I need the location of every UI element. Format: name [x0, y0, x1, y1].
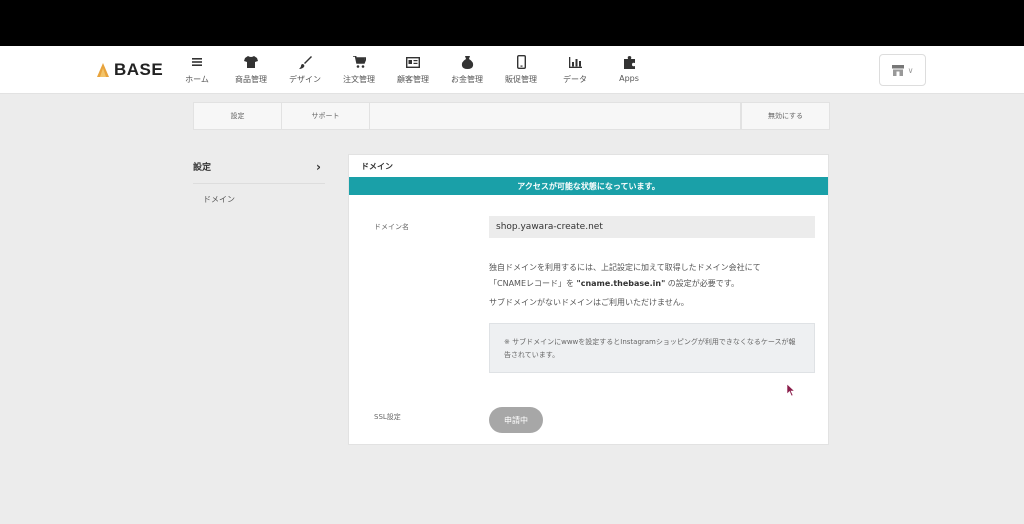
nav-label: 顧客管理: [397, 75, 429, 84]
app-window: BASE ホーム 商品管理 デザイン 注文管理 顧客管理 お金管理 販促管理 デ…: [0, 46, 1024, 524]
puzzle-icon: [621, 54, 637, 70]
nav-promotion[interactable]: 販促管理: [494, 54, 548, 88]
nav-label: 商品管理: [235, 75, 267, 84]
base-logo[interactable]: BASE: [96, 60, 163, 80]
nav-label: ホーム: [185, 75, 209, 84]
nav-label: お金管理: [451, 75, 483, 84]
status-alert: アクセスが可能な状態になっています。: [349, 177, 828, 195]
logo-text: BASE: [114, 60, 164, 79]
description-line-2: 「CNAMEレコード」を "cname.thebase.in" の設定が必要です…: [489, 276, 819, 292]
nav-design[interactable]: デザイン: [278, 54, 332, 88]
sidebar-heading-label: 設定: [193, 163, 212, 173]
subdomain-notice: サブドメインがないドメインはご利用いただけません。: [489, 298, 689, 307]
menu-icon: [189, 54, 205, 70]
smartphone-icon: [513, 54, 529, 70]
main-nav: ホーム 商品管理 デザイン 注文管理 顧客管理 お金管理 販促管理 データ Ap…: [170, 54, 656, 88]
nav-label: データ: [563, 75, 587, 84]
nav-label: 注文管理: [343, 75, 375, 84]
video-letterbox-top: [0, 0, 1024, 46]
description-line-1: 独自ドメインを利用するには、上記設定に加えて取得したドメイン会社にて: [489, 263, 761, 272]
sidebar-item-domain[interactable]: ドメイン: [193, 184, 325, 214]
chevron-right-icon: ›: [316, 159, 321, 174]
nav-money[interactable]: お金管理: [440, 54, 494, 88]
sidebar-heading-settings[interactable]: 設定 ›: [193, 150, 325, 184]
nav-label: 販促管理: [505, 75, 537, 84]
chevron-down-icon: ∨: [907, 65, 914, 75]
tab-settings[interactable]: 設定: [194, 103, 282, 129]
nav-apps[interactable]: Apps: [602, 54, 656, 88]
cname-value: "cname.thebase.in": [576, 279, 666, 288]
nav-data[interactable]: データ: [548, 54, 602, 88]
instagram-note: ※ サブドメインにwwwを設定するとInstagramショッピングが利用できなく…: [489, 323, 815, 373]
settings-sidebar: 設定 › ドメイン: [193, 150, 325, 214]
bar-chart-icon: [567, 54, 583, 70]
disable-button[interactable]: 無効にする: [741, 103, 829, 129]
nav-products[interactable]: 商品管理: [224, 54, 278, 88]
nav-customers[interactable]: 顧客管理: [386, 54, 440, 88]
nav-label: デザイン: [289, 75, 321, 84]
cart-icon: [351, 54, 367, 70]
mouse-cursor-icon: [787, 384, 796, 396]
description-text: の設定が必要です。: [665, 279, 740, 288]
money-bag-icon: [459, 54, 475, 70]
top-header: BASE ホーム 商品管理 デザイン 注文管理 顧客管理 お金管理 販促管理 デ…: [0, 46, 1024, 94]
nav-label: Apps: [619, 74, 639, 83]
brush-icon: [297, 54, 313, 70]
shop-icon: [891, 61, 904, 80]
shirt-icon: [243, 54, 259, 70]
subtab-spacer: [370, 103, 741, 129]
panel-title: ドメイン: [361, 161, 393, 171]
nav-home[interactable]: ホーム: [170, 54, 224, 88]
ssl-setting-label: SSL設定: [374, 413, 401, 421]
tab-support[interactable]: サポート: [282, 103, 370, 129]
domain-name-label: ドメイン名: [374, 223, 409, 231]
customer-card-icon: [405, 54, 421, 70]
shop-switcher-button[interactable]: ∨: [879, 54, 926, 86]
ssl-status-button[interactable]: 申請中: [489, 407, 543, 433]
nav-orders[interactable]: 注文管理: [332, 54, 386, 88]
description-text: 「CNAMEレコード」を: [489, 279, 577, 288]
logo-icon: [97, 63, 109, 77]
domain-name-field[interactable]: shop.yawara-create.net: [489, 216, 815, 238]
settings-subtabs: 設定 サポート 無効にする: [193, 102, 830, 130]
domain-panel: ドメイン アクセスが可能な状態になっています。 ドメイン名 shop.yawar…: [348, 154, 829, 445]
domain-description: 独自ドメインを利用するには、上記設定に加えて取得したドメイン会社にて 「CNAM…: [489, 260, 819, 292]
